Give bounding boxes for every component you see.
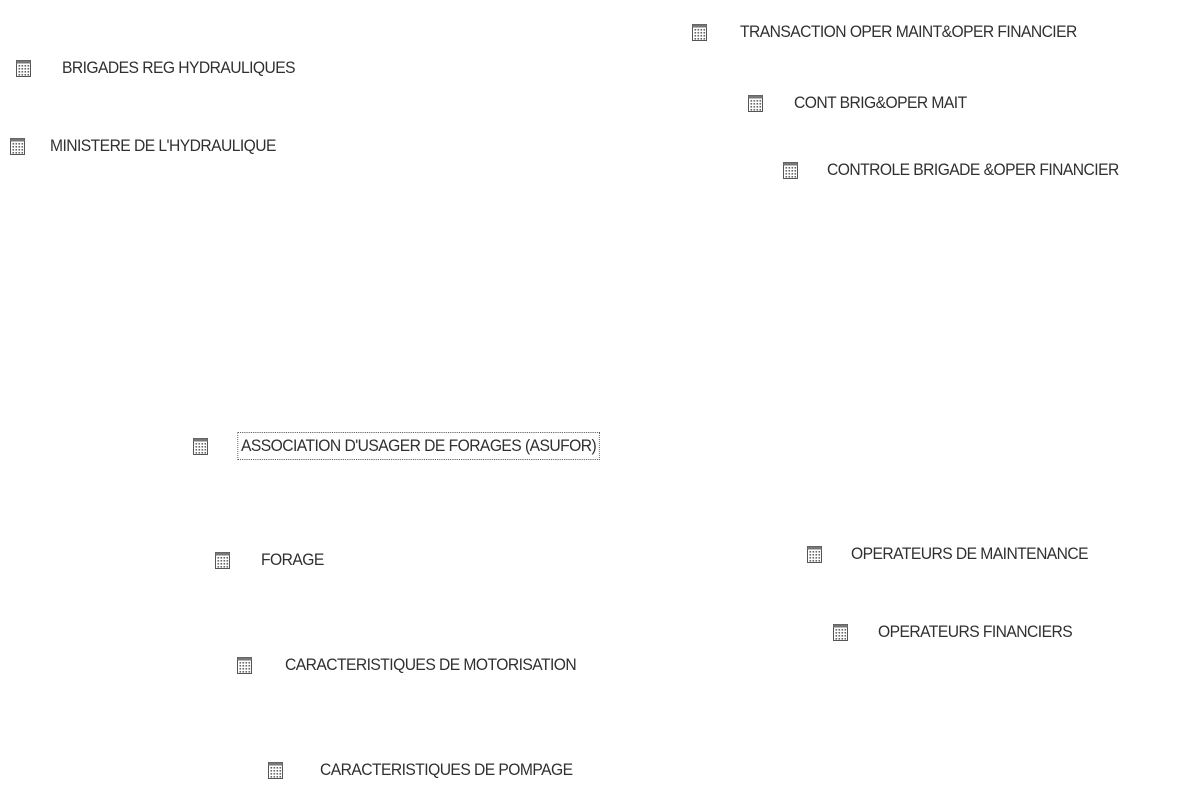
entity-forage[interactable]: FORAGE	[215, 550, 329, 570]
entity-asufor[interactable]: ASSOCIATION D'USAGER DE FORAGES (ASUFOR)	[193, 432, 627, 460]
entity-label: BRIGADES REG HYDRAULIQUES	[62, 58, 296, 77]
entity-label: FORAGE	[261, 550, 324, 569]
entity-label: ASSOCIATION D'USAGER DE FORAGES (ASUFOR)	[237, 432, 600, 460]
entity-label: TRANSACTION OPER MAINT&OPER FINANCIER	[740, 22, 1077, 41]
entity-transaction[interactable]: TRANSACTION OPER MAINT&OPER FINANCIER	[692, 22, 1106, 42]
table-icon	[215, 551, 230, 569]
table-icon	[193, 437, 208, 455]
entity-operateurs-maintenance[interactable]: OPERATEURS DE MAINTENANCE	[807, 544, 1109, 564]
table-icon	[268, 761, 283, 779]
table-icon	[833, 623, 848, 641]
entity-label: CONTROLE BRIGADE &OPER FINANCIER	[827, 160, 1119, 179]
entity-ministere[interactable]: MINISTERE DE L'HYDRAULIQUE	[10, 136, 296, 156]
table-icon	[692, 23, 707, 41]
table-icon	[16, 59, 31, 77]
entity-pompage[interactable]: CARACTERISTIQUES DE POMPAGE	[268, 760, 594, 780]
table-icon	[807, 545, 822, 563]
entity-label: CARACTERISTIQUES DE POMPAGE	[320, 760, 573, 779]
entity-controle-brigade[interactable]: CONTROLE BRIGADE &OPER FINANCIER	[783, 160, 1144, 180]
table-icon	[748, 94, 763, 112]
entity-label: CONT BRIG&OPER MAIT	[794, 93, 967, 112]
entity-label: OPERATEURS DE MAINTENANCE	[851, 544, 1089, 563]
entity-motorisation[interactable]: CARACTERISTIQUES DE MOTORISATION	[237, 655, 601, 675]
entity-label: CARACTERISTIQUES DE MOTORISATION	[285, 655, 577, 674]
entity-brigades[interactable]: BRIGADES REG HYDRAULIQUES	[16, 58, 315, 78]
table-icon	[783, 161, 798, 179]
entity-cont-brig[interactable]: CONT BRIG&OPER MAIT	[748, 93, 982, 113]
table-icon	[10, 137, 25, 155]
entity-label: OPERATEURS FINANCIERS	[878, 622, 1073, 641]
entity-label: MINISTERE DE L'HYDRAULIQUE	[50, 136, 276, 155]
entity-operateurs-financiers[interactable]: OPERATEURS FINANCIERS	[833, 622, 1089, 642]
diagram-canvas: BRIGADES REG HYDRAULIQUES MINISTERE DE L…	[0, 0, 1199, 810]
table-icon	[237, 656, 252, 674]
